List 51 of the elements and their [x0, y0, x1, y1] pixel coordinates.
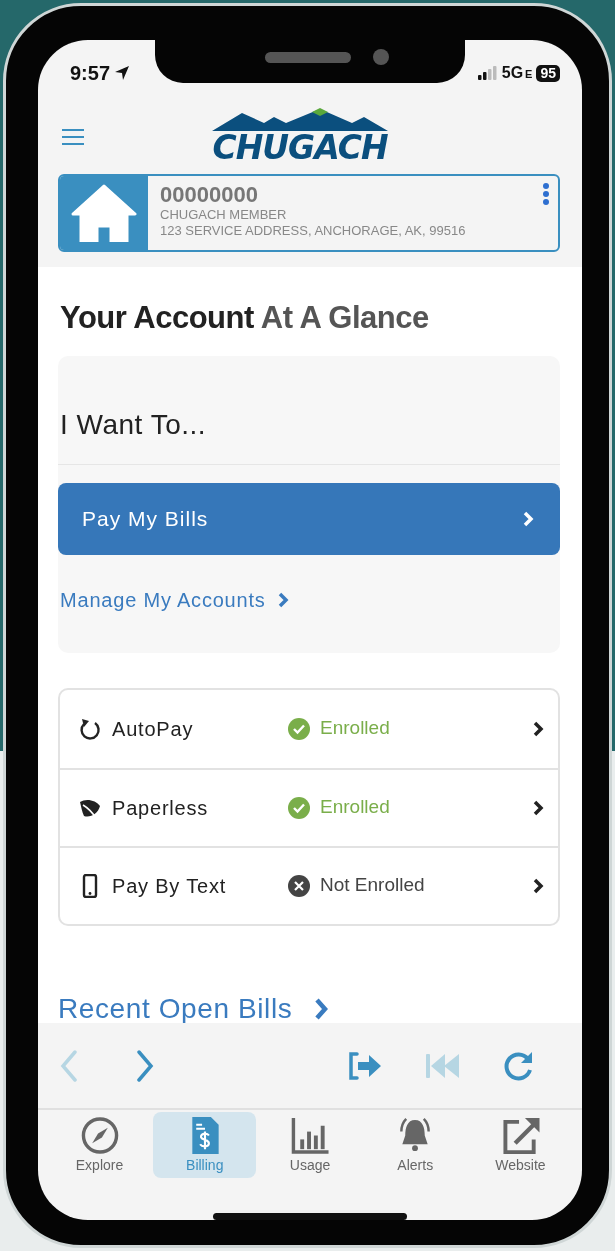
enrollment-row[interactable]: AutoPay Enrolled	[60, 689, 558, 768]
chevron-right-icon	[277, 591, 289, 608]
chevron-right-icon	[533, 720, 544, 737]
manage-accounts-link[interactable]: Manage My Accounts	[60, 584, 289, 615]
member-name: CHUGACH MEMBER	[160, 207, 288, 223]
enrollment-status: Enrolled	[320, 795, 391, 820]
tab-bar-item[interactable]: Explore	[48, 1112, 151, 1178]
battery-level: 95	[536, 64, 560, 82]
camera-lens	[373, 49, 389, 65]
chevron-right-icon	[533, 877, 544, 894]
external-link-icon	[500, 1116, 541, 1155]
signal-icon	[477, 66, 498, 80]
back-icon	[60, 1049, 78, 1082]
exit-button[interactable]	[347, 1049, 383, 1082]
service-address: 123 SERVICE ADDRESS, ANCHORAGE, AK, 99516	[160, 222, 467, 239]
enrollment-row[interactable]: Paperless Enrolled	[60, 767, 558, 846]
reload-button[interactable]	[503, 1049, 535, 1082]
enrollment-status: Enrolled	[320, 716, 391, 741]
refresh-icon	[78, 716, 102, 741]
enrollment-row[interactable]: Pay By Text Not Enrolled	[60, 845, 558, 924]
pay-bills-button[interactable]: Pay My Bills	[58, 482, 560, 555]
page-heading: Your Account At A Glance	[60, 299, 430, 337]
status-time: 9:57	[70, 61, 111, 86]
tab-bar-item[interactable]: Billing	[153, 1112, 257, 1178]
tab-bar-item[interactable]: Alerts	[363, 1112, 467, 1178]
forward-icon	[136, 1049, 154, 1082]
bar-chart-icon	[290, 1116, 330, 1155]
recent-bills-link[interactable]: Recent Open Bills	[58, 987, 329, 1023]
chevron-right-icon	[522, 510, 534, 527]
exit-icon	[347, 1049, 383, 1082]
network-label: 5G	[501, 63, 524, 83]
location-arrow-icon	[114, 65, 131, 81]
more-button[interactable]	[542, 182, 550, 206]
mountain-logo-icon	[212, 106, 388, 131]
chevron-right-icon	[533, 799, 544, 816]
enrollment-status: Not Enrolled	[320, 873, 426, 898]
kebab-icon	[542, 182, 550, 206]
menu-button[interactable]	[62, 129, 84, 145]
tab-bar-item[interactable]: Usage	[258, 1112, 362, 1178]
house-icon	[71, 184, 137, 242]
chevron-right-icon	[314, 997, 329, 1020]
tab-bar-item[interactable]: Website	[469, 1112, 572, 1178]
network-suffix: E	[525, 67, 533, 82]
menu-icon	[62, 129, 84, 145]
logo-wordmark: CHUGACH	[212, 130, 388, 164]
compass-icon	[79, 1116, 120, 1155]
panel-title: I Want To...	[58, 355, 560, 465]
reload-icon	[503, 1049, 535, 1082]
forward-button[interactable]	[136, 1049, 154, 1082]
account-card[interactable]: 00000000 CHUGACH MEMBER 123 SERVICE ADDRESS, ANCHORAGE, AK, 99516	[58, 174, 560, 252]
account-number: 00000000	[160, 183, 259, 208]
